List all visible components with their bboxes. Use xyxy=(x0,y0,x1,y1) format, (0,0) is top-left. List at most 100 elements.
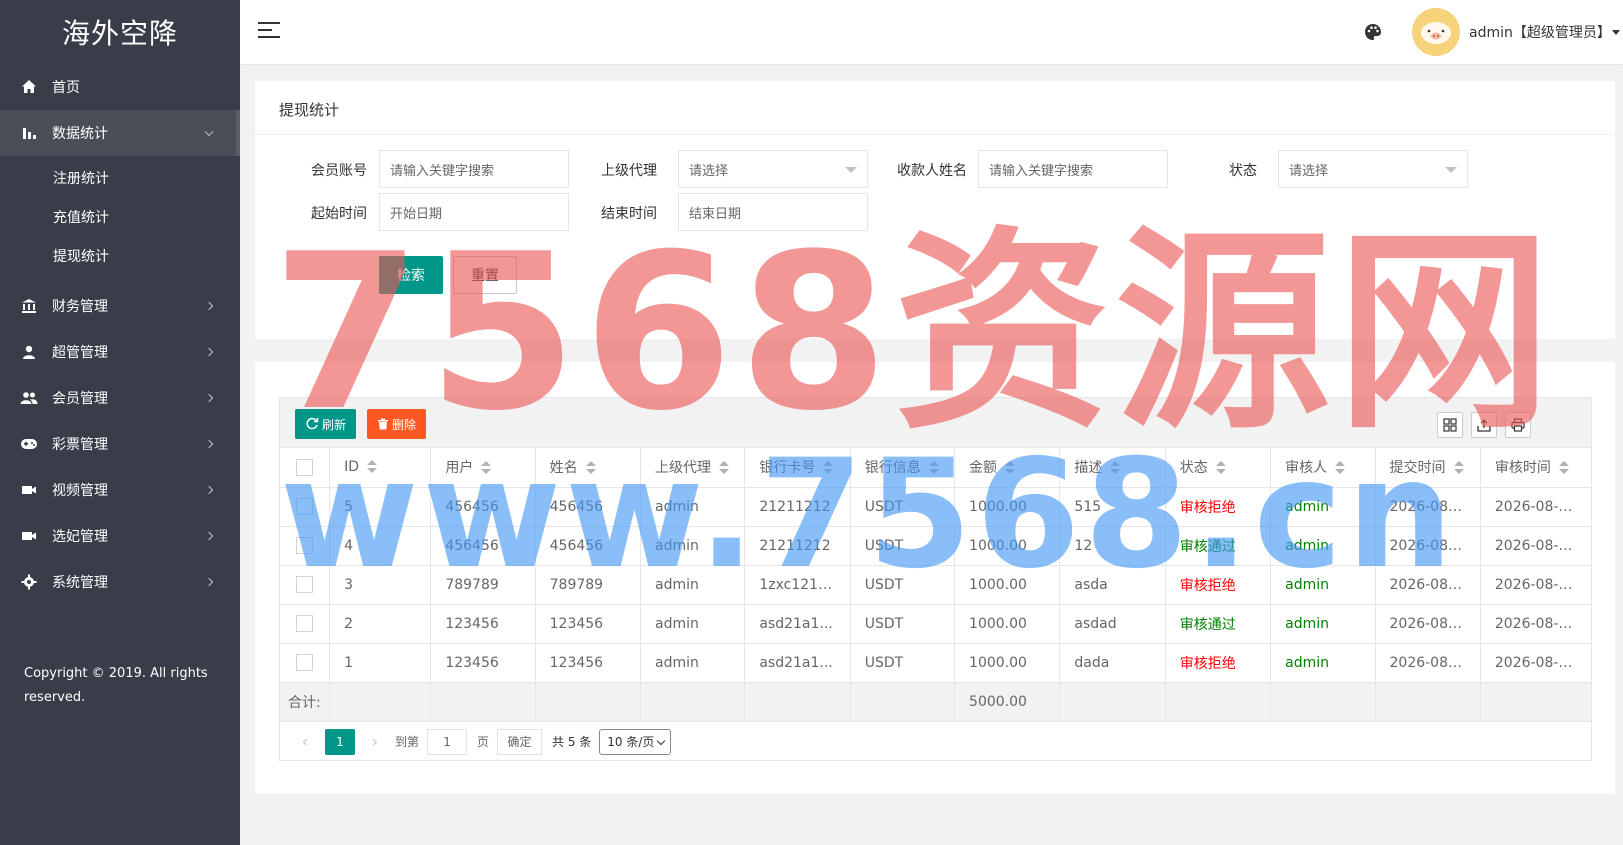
column-header[interactable]: 银行信息 xyxy=(850,448,956,488)
delete-button[interactable]: 删除 xyxy=(367,409,427,439)
end-date-input[interactable]: 结束日期 xyxy=(678,193,868,231)
sidebar-item-finance[interactable]: 财务管理 xyxy=(0,283,240,329)
caret-down-icon[interactable] xyxy=(1612,30,1620,35)
export-icon[interactable] xyxy=(1471,412,1497,438)
sort-icon[interactable] xyxy=(928,461,939,475)
user-menu[interactable]: admin【超级管理员】 xyxy=(1469,22,1611,42)
sort-icon[interactable] xyxy=(823,461,834,475)
sidebar-item-lottery[interactable]: 彩票管理 xyxy=(0,421,240,467)
status-select-value: 请选择 xyxy=(1289,163,1329,179)
sidebar-item-concubine[interactable]: 选妃管理 xyxy=(0,513,240,559)
sort-icon[interactable] xyxy=(1558,461,1569,475)
cell-auditor: admin xyxy=(1270,487,1376,527)
sidebar-subitem-register-stats[interactable]: 注册统计 xyxy=(0,158,240,197)
top-header: admin【超级管理员】 xyxy=(240,0,1623,64)
sort-icon[interactable] xyxy=(719,461,730,475)
column-header[interactable]: 审核人 xyxy=(1270,448,1376,488)
row-checkbox[interactable] xyxy=(296,654,314,671)
search-button[interactable]: 检索 xyxy=(379,256,443,294)
sort-icon[interactable] xyxy=(1335,461,1346,475)
cell-amount: 1000.00 xyxy=(954,487,1061,527)
sidebar-subitem-recharge-stats[interactable]: 充值统计 xyxy=(0,197,240,236)
goto-confirm-button[interactable]: 确定 xyxy=(497,728,543,755)
sidebar-item-system[interactable]: 系统管理 xyxy=(0,559,240,605)
row-checkbox[interactable] xyxy=(296,537,314,554)
sidebar-item-home[interactable]: 首页 xyxy=(0,64,240,110)
column-header[interactable]: 金额 xyxy=(954,448,1061,488)
start-date-input[interactable]: 开始日期 xyxy=(379,193,569,231)
cell-id: 5 xyxy=(329,487,432,527)
menu-toggle-icon[interactable] xyxy=(258,22,280,40)
columns-filter-icon[interactable] xyxy=(1437,412,1463,438)
cell-audit: 2026-08-0... xyxy=(1480,643,1591,683)
row-checkbox[interactable] xyxy=(296,576,314,593)
table-row[interactable]: 1 123456 123456 admin asd21a1... USDT 1000.00 d… xyxy=(280,643,1591,683)
table-row[interactable]: 4 456456 456456 admin 21211212 USDT 1000.00 12 审… xyxy=(280,526,1591,566)
column-header[interactable]: 姓名 xyxy=(535,448,642,488)
sidebar-subitem-withdraw-stats[interactable]: 提现统计 xyxy=(0,236,240,275)
cell-desc: 12 xyxy=(1059,526,1166,566)
page-size-select[interactable]: 10 条/页 xyxy=(599,728,672,755)
avatar[interactable] xyxy=(1412,8,1460,56)
end-time-label: 结束时间 xyxy=(601,206,657,222)
column-header[interactable]: ID xyxy=(329,448,432,488)
sidebar-item-label: 超管管理 xyxy=(52,345,108,361)
palette-icon[interactable] xyxy=(1363,22,1383,42)
sort-icon[interactable] xyxy=(585,461,596,475)
sort-icon[interactable] xyxy=(1453,461,1464,475)
column-header[interactable]: 描述 xyxy=(1059,448,1166,488)
payee-name-input[interactable]: 请输入关键字搜索 xyxy=(978,150,1168,188)
table-row[interactable]: 5 456456 456456 admin 21211212 USDT 1000.00 515… xyxy=(280,487,1591,527)
sort-icon[interactable] xyxy=(1215,461,1226,475)
trash-icon xyxy=(378,418,388,430)
page-current[interactable]: 1 xyxy=(325,728,355,755)
table-row[interactable]: 3 789789 789789 admin 1zxc1212... USDT 1000.00… xyxy=(280,565,1591,605)
row-checkbox[interactable] xyxy=(296,498,314,515)
sort-icon[interactable] xyxy=(481,461,492,475)
cell-name: 789789 xyxy=(535,565,642,605)
sidebar-item-admin[interactable]: 超管管理 xyxy=(0,329,240,375)
member-account-input[interactable]: 请输入关键字搜索 xyxy=(379,150,569,188)
column-header[interactable]: 提交时间 xyxy=(1375,448,1481,488)
print-icon[interactable] xyxy=(1505,412,1531,438)
cell-amount: 1000.00 xyxy=(954,604,1061,644)
refresh-label: 刷新 xyxy=(322,417,347,432)
total-empty-cell xyxy=(1270,682,1376,722)
goto-page-input[interactable]: 1 xyxy=(427,728,468,755)
cell-submit: 2026-08-... xyxy=(1375,565,1481,605)
sort-icon[interactable] xyxy=(367,460,377,474)
cell-bank: USDT xyxy=(850,487,956,527)
payee-name-label: 收款人姓名 xyxy=(897,163,967,179)
sort-icon[interactable] xyxy=(1110,461,1121,475)
cell-auditor: admin xyxy=(1270,565,1376,605)
sidebar-item-label: 财务管理 xyxy=(52,299,108,315)
sort-icon[interactable] xyxy=(1005,461,1016,475)
status-select[interactable]: 请选择 xyxy=(1278,150,1468,188)
start-time-label: 起始时间 xyxy=(311,206,367,222)
cell-desc: asdad xyxy=(1059,604,1166,644)
chevron-right-icon xyxy=(204,485,214,495)
select-all-checkbox[interactable] xyxy=(296,458,314,476)
chevron-right-icon xyxy=(204,393,214,403)
column-header[interactable]: 审核时间 xyxy=(1480,448,1591,488)
sidebar-item-data-stats[interactable]: 数据统计 xyxy=(0,110,240,156)
reset-button[interactable]: 重置 xyxy=(453,256,517,294)
cell-id: 3 xyxy=(329,565,432,605)
cell-status: 审核通过 xyxy=(1165,526,1272,566)
column-header[interactable]: 用户 xyxy=(430,448,536,488)
prev-page-icon[interactable]: ‹ xyxy=(295,732,315,751)
column-header[interactable]: 状态 xyxy=(1165,448,1272,488)
sidebar-submenu: 注册统计 充值统计 提现统计 xyxy=(0,156,240,283)
agent-select[interactable]: 请选择 xyxy=(678,150,868,188)
column-header[interactable]: 银行卡号 xyxy=(744,448,851,488)
refresh-button[interactable]: 刷新 xyxy=(295,409,357,439)
sidebar-item-video[interactable]: 视频管理 xyxy=(0,467,240,513)
chevron-down-icon xyxy=(657,736,666,745)
next-page-icon[interactable]: › xyxy=(365,732,385,751)
cell-auditor: admin xyxy=(1270,604,1376,644)
app-logo[interactable]: 海外空降 xyxy=(0,0,240,64)
row-checkbox[interactable] xyxy=(296,615,314,632)
sidebar-item-members[interactable]: 会员管理 xyxy=(0,375,240,421)
column-header[interactable]: 上级代理 xyxy=(640,448,746,488)
table-row[interactable]: 2 123456 123456 admin asd21a1... USDT 1000.00 a… xyxy=(280,604,1591,644)
